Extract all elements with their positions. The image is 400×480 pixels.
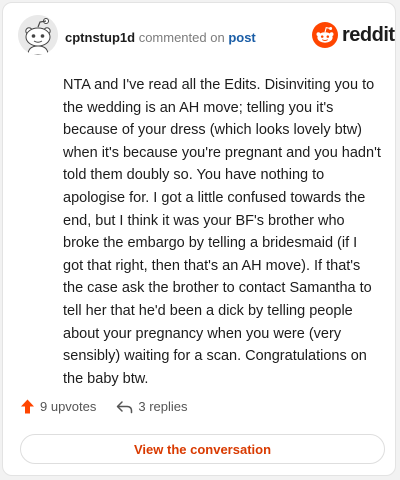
upvote-arrow-icon (21, 399, 34, 414)
replies-count: 3 replies (138, 399, 188, 414)
view-conversation-button[interactable]: View the conversation (20, 434, 385, 464)
reddit-alien-icon (312, 22, 338, 48)
reddit-logo[interactable]: reddit (312, 22, 395, 48)
comment-footer: 9 upvotes 3 replies (20, 399, 188, 414)
upvotes-stat[interactable]: 9 upvotes (20, 399, 96, 414)
replies-stat[interactable]: 3 replies (116, 399, 188, 414)
username-link[interactable]: cptnstup1d (65, 30, 135, 45)
reddit-wordmark: reddit (342, 24, 395, 46)
reply-arrow-icon (117, 400, 133, 413)
comment-header: cptnstup1d commented on post (65, 30, 256, 46)
action-text: commented on (138, 30, 225, 45)
comment-embed-card: cptnstup1d commented on post reddit NTA … (2, 2, 396, 476)
upvotes-count: 9 upvotes (40, 399, 97, 414)
post-link[interactable]: post (228, 30, 255, 45)
snoo-avatar-icon (18, 15, 58, 55)
comment-body: NTA and I've read all the Edits. Disinvi… (63, 77, 381, 387)
avatar[interactable] (18, 15, 58, 55)
